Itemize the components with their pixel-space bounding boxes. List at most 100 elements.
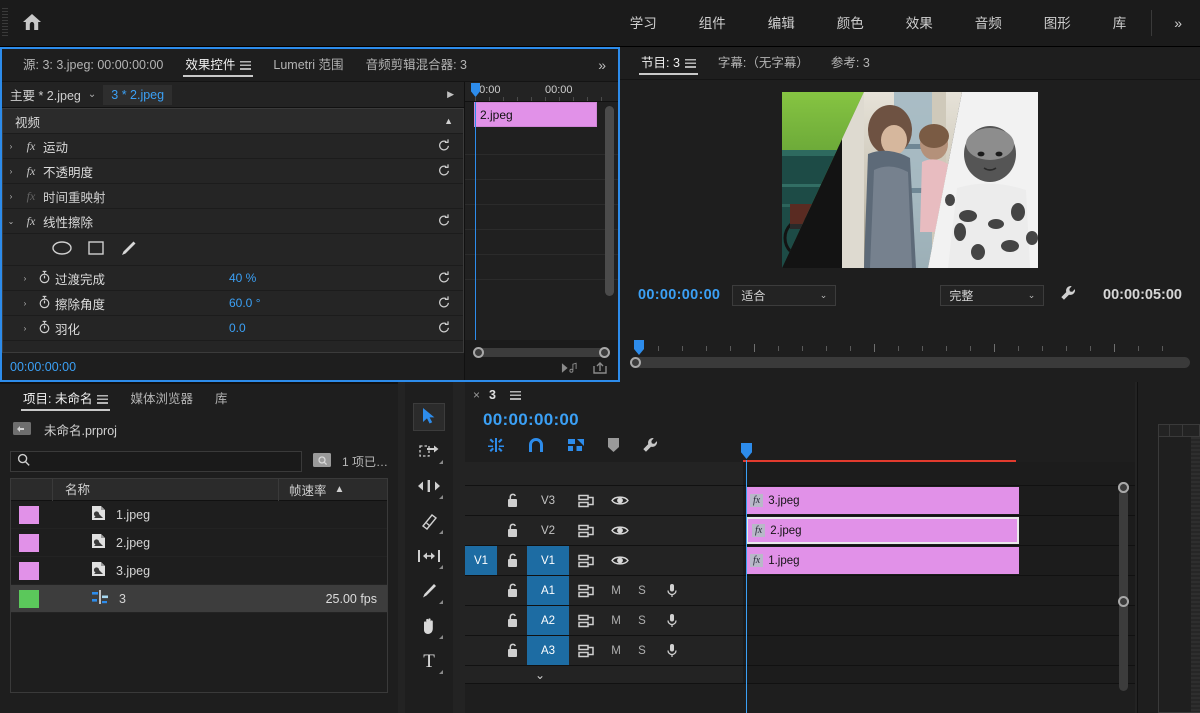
source-target-a3[interactable]	[465, 636, 497, 665]
microphone-icon[interactable]	[655, 583, 689, 598]
tab-effect-controls[interactable]: 效果控件	[174, 49, 262, 82]
param-value[interactable]: 60.0 °	[229, 296, 261, 310]
tab-captions[interactable]: 字幕:（无字幕）	[707, 47, 820, 80]
tab-audio-clip-mixer[interactable]: 音频剪辑混合器: 3	[355, 49, 478, 82]
timeline-clip[interactable]: fx 1.jpeg	[746, 547, 1019, 574]
zoom-handle-left[interactable]	[473, 347, 484, 358]
timeline-sequence-name[interactable]: 3	[489, 388, 496, 402]
timeline-clip[interactable]: fx 3.jpeg	[746, 487, 1019, 514]
hamburger-icon[interactable]	[240, 61, 251, 70]
project-empty-area[interactable]	[10, 613, 388, 693]
sync-lock-toggle-a2[interactable]	[569, 614, 603, 628]
stopwatch-icon[interactable]	[33, 320, 55, 337]
menu-item-assembly[interactable]: 组件	[678, 0, 747, 47]
hamburger-icon[interactable]	[685, 59, 696, 68]
type-tool[interactable]: T	[414, 649, 444, 675]
lock-toggle-v2[interactable]	[497, 523, 527, 538]
sync-lock-toggle-v2[interactable]	[569, 524, 603, 538]
disclosure-triangle-icon[interactable]: ›	[17, 299, 33, 308]
lock-toggle-a2[interactable]	[497, 613, 527, 628]
program-monitor-video-area[interactable]	[620, 80, 1200, 280]
playback-resolution-dropdown[interactable]: 完整 ⌄	[940, 285, 1044, 306]
tab-lumetri-scopes[interactable]: Lumetri 范围	[262, 49, 354, 82]
video-section-header[interactable]: 视频 ▲	[3, 109, 463, 134]
rectangle-mask-icon[interactable]	[87, 240, 105, 259]
program-duration-timecode[interactable]: 00:00:05:00	[1103, 287, 1182, 303]
program-current-timecode[interactable]: 00:00:00:00	[638, 287, 720, 303]
list-item[interactable]: 2.jpeg	[11, 529, 387, 557]
param-value[interactable]: 40 %	[229, 271, 256, 285]
search-input[interactable]	[10, 451, 302, 472]
pen-tool[interactable]	[414, 579, 444, 605]
reset-icon[interactable]	[437, 295, 451, 312]
find-icon[interactable]	[312, 451, 332, 471]
source-target-a2[interactable]	[465, 606, 497, 635]
microphone-icon[interactable]	[655, 643, 689, 658]
disclosure-triangle-icon[interactable]: ⌄	[3, 217, 19, 226]
reset-icon[interactable]	[437, 213, 451, 230]
column-header-name[interactable]: 名称	[53, 479, 279, 501]
export-frame-icon[interactable]	[592, 361, 608, 378]
tab-project[interactable]: 项目: 未命名	[12, 383, 119, 416]
track-visibility-toggle-v2[interactable]	[603, 524, 637, 537]
selection-tool[interactable]	[414, 404, 444, 430]
track-area-v2[interactable]: fx 2.jpeg	[743, 516, 1135, 545]
timeline-playhead-timecode[interactable]: 00:00:00:00	[483, 410, 579, 430]
zoom-handle-right[interactable]	[599, 347, 610, 358]
menu-item-libraries[interactable]: 库	[1092, 0, 1148, 47]
track-name-a1[interactable]: A1	[527, 576, 569, 605]
disclosure-triangle-icon[interactable]: ›	[17, 324, 33, 333]
effect-row-time-remapping[interactable]: › fx 时间重映射	[3, 184, 463, 209]
list-item[interactable]: 3 25.00 fps	[11, 585, 387, 613]
ripple-edit-tool[interactable]	[414, 474, 444, 500]
effect-row-opacity[interactable]: › fx 不透明度	[3, 159, 463, 184]
source-target-v3[interactable]	[465, 486, 497, 515]
menu-item-graphics[interactable]: 图形	[1023, 0, 1092, 47]
chevron-down-icon[interactable]: ⌄	[88, 89, 96, 100]
solo-track-a3[interactable]: S	[629, 645, 655, 657]
pen-mask-icon[interactable]	[119, 240, 137, 260]
sync-lock-toggle-a3[interactable]	[569, 644, 603, 658]
sync-lock-toggle-a1[interactable]	[569, 584, 603, 598]
mute-track-a1[interactable]: M	[603, 585, 629, 597]
marker-icon[interactable]	[607, 437, 620, 456]
effect-controls-timecode[interactable]: 00:00:00:00	[10, 360, 76, 374]
source-target-v1[interactable]: V1	[465, 546, 497, 575]
hamburger-icon[interactable]	[97, 395, 108, 404]
lock-toggle-a1[interactable]	[497, 583, 527, 598]
param-row-wipe-angle[interactable]: › 擦除角度 60.0 °	[3, 291, 463, 316]
solo-track-a2[interactable]: S	[629, 615, 655, 627]
disclosure-triangle-icon[interactable]: ›	[3, 142, 19, 151]
effect-row-linear-wipe[interactable]: ⌄ fx 线性擦除	[3, 209, 463, 234]
workspace-overflow-button[interactable]: »	[1156, 0, 1200, 47]
source-target-a1[interactable]	[465, 576, 497, 605]
wrench-icon[interactable]	[642, 437, 659, 457]
param-row-transition-completion[interactable]: › 过渡完成 40 %	[3, 266, 463, 291]
zoom-handle-bottom[interactable]	[1118, 482, 1129, 493]
effect-row-motion[interactable]: › fx 运动	[3, 134, 463, 159]
track-area-a2[interactable]	[743, 606, 1135, 635]
sync-lock-toggle-v3[interactable]	[569, 494, 603, 508]
reset-icon[interactable]	[437, 163, 451, 180]
microphone-icon[interactable]	[655, 613, 689, 628]
right-panel-body[interactable]	[1159, 437, 1200, 712]
zoom-handle-left[interactable]	[630, 357, 641, 368]
hamburger-icon[interactable]	[510, 391, 521, 400]
menu-item-audio[interactable]: 音频	[954, 0, 1023, 47]
effect-timeline-vscrollbar[interactable]	[605, 106, 614, 296]
param-row-feather[interactable]: › 羽化 0.0	[3, 316, 463, 341]
linked-selection-icon[interactable]	[567, 437, 585, 457]
source-target-v2[interactable]	[465, 516, 497, 545]
column-header-framerate[interactable]: 帧速率 ▲	[279, 480, 387, 499]
lock-toggle-v1[interactable]	[497, 553, 527, 568]
param-value[interactable]: 0.0	[229, 321, 246, 335]
effect-timeline-clip[interactable]: 2.jpeg	[474, 102, 597, 127]
track-name-v3[interactable]: V3	[527, 486, 569, 515]
disclosure-triangle-icon[interactable]: ›	[3, 167, 19, 176]
tab-source-monitor[interactable]: 源: 3: 3.jpeg: 00:00:00:00	[12, 49, 174, 82]
disclosure-triangle-icon[interactable]: ›	[3, 192, 19, 201]
program-monitor-scrollbar[interactable]	[634, 357, 1190, 368]
menu-item-learn[interactable]: 学习	[609, 0, 678, 47]
home-button[interactable]	[8, 0, 56, 47]
reset-icon[interactable]	[437, 138, 451, 155]
